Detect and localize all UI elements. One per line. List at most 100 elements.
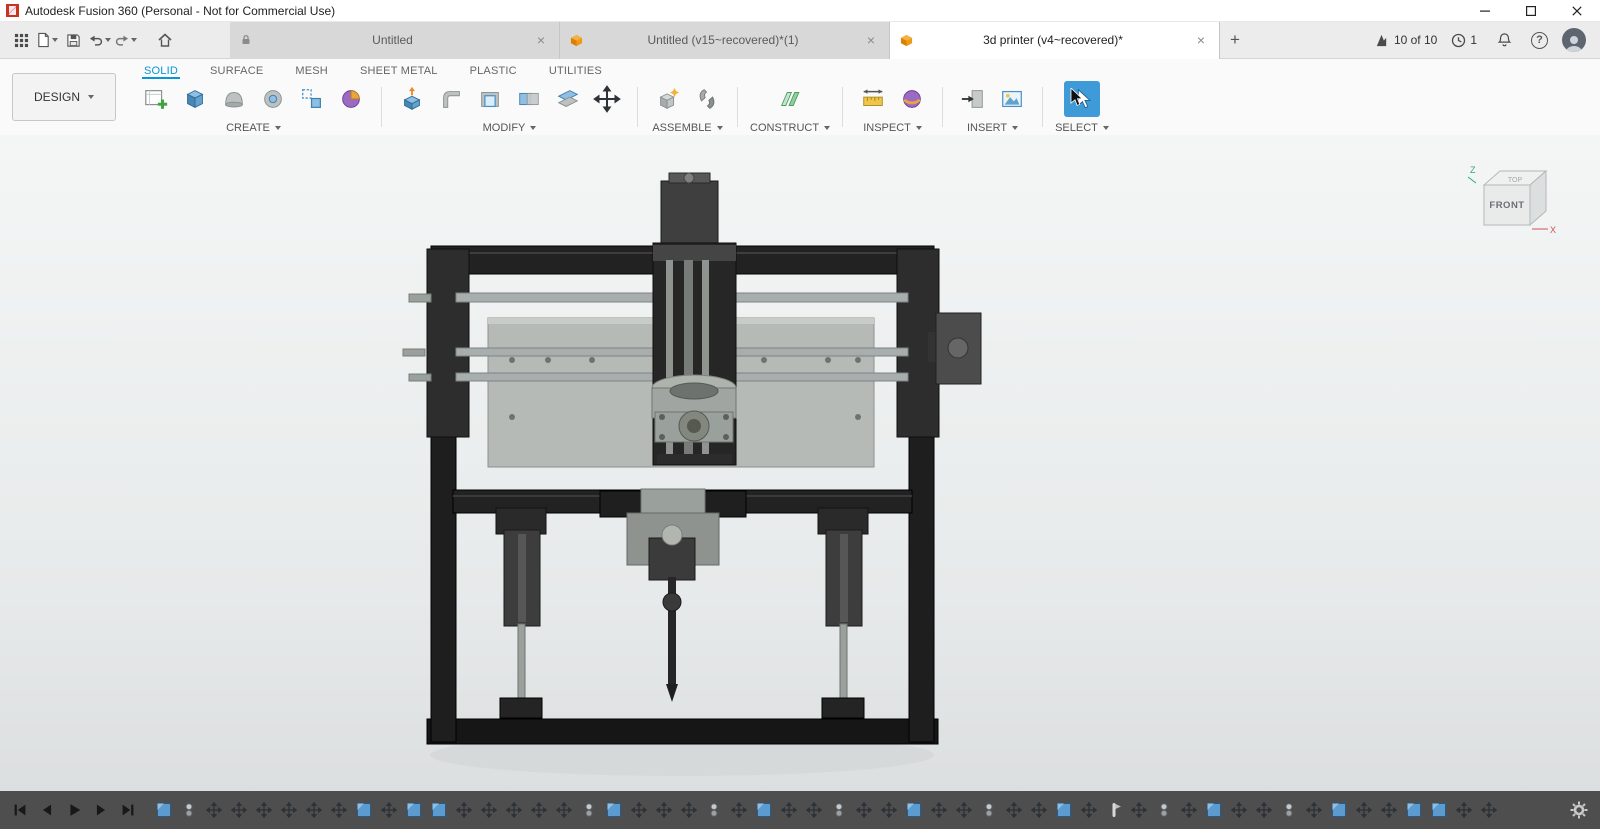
y-axis-motor[interactable] xyxy=(928,313,981,384)
x-carriage-lower[interactable] xyxy=(600,489,746,702)
timeline-component-icon[interactable] xyxy=(406,802,422,818)
timeline-joint-icon[interactable] xyxy=(581,802,597,818)
timeline-move-icon[interactable] xyxy=(956,802,972,818)
activity-clock[interactable]: 1 xyxy=(1451,33,1477,48)
inspect-analysis-button[interactable] xyxy=(894,81,930,117)
notifications-button[interactable] xyxy=(1491,27,1517,53)
create-hole-button[interactable] xyxy=(255,81,291,117)
timeline-move-icon[interactable] xyxy=(731,802,747,818)
insert-derive-button[interactable] xyxy=(955,81,991,117)
timeline-component-icon[interactable] xyxy=(1431,802,1447,818)
timeline-move-icon[interactable] xyxy=(1231,802,1247,818)
document-tab-3d-printer[interactable]: 3d printer (v4~recovered)* × xyxy=(890,22,1220,59)
timeline-component-icon[interactable] xyxy=(1331,802,1347,818)
tab-close-icon[interactable]: × xyxy=(863,33,879,47)
document-tab-untitled-v15[interactable]: Untitled (v15~recovered)*(1) × xyxy=(560,22,890,59)
timeline-component-icon[interactable] xyxy=(156,802,172,818)
timeline-joint-icon[interactable] xyxy=(981,802,997,818)
assemble-new-component-button[interactable] xyxy=(650,81,686,117)
timeline-move-icon[interactable] xyxy=(281,802,297,818)
viewport-canvas[interactable]: TOP FRONT Z X xyxy=(0,135,1600,791)
model-3d-printer[interactable] xyxy=(0,135,1600,791)
tab-sheet-metal[interactable]: SHEET METAL xyxy=(358,64,440,79)
construct-menu[interactable]: CONSTRUCT xyxy=(750,119,830,134)
timeline-joint-icon[interactable] xyxy=(831,802,847,818)
inspect-menu[interactable]: INSPECT xyxy=(863,119,922,134)
tab-plastic[interactable]: PLASTIC xyxy=(468,64,519,79)
timeline-joint-icon[interactable] xyxy=(181,802,197,818)
workspace-switcher[interactable]: DESIGN xyxy=(12,73,116,121)
timeline-play-button[interactable] xyxy=(64,800,84,820)
view-cube[interactable]: TOP FRONT Z X xyxy=(1462,157,1558,241)
minimize-button[interactable] xyxy=(1462,0,1508,22)
timeline-move-icon[interactable] xyxy=(1356,802,1372,818)
document-tab-untitled[interactable]: Untitled × xyxy=(230,22,560,59)
select-menu[interactable]: SELECT xyxy=(1055,119,1109,134)
tab-solid[interactable]: SOLID xyxy=(142,64,180,79)
timeline-marker-icon[interactable] xyxy=(1106,802,1122,818)
timeline-component-icon[interactable] xyxy=(356,802,372,818)
save-button[interactable] xyxy=(60,27,86,53)
right-lead-screw[interactable] xyxy=(818,508,868,718)
timeline-joint-icon[interactable] xyxy=(706,802,722,818)
assemble-joint-button[interactable] xyxy=(689,81,725,117)
timeline-move-icon[interactable] xyxy=(1081,802,1097,818)
create-sketch-button[interactable] xyxy=(138,81,174,117)
create-revolve-button[interactable] xyxy=(216,81,252,117)
redo-button[interactable] xyxy=(112,27,138,53)
create-pattern-button[interactable] xyxy=(294,81,330,117)
timeline-move-icon[interactable] xyxy=(481,802,497,818)
timeline-move-icon[interactable] xyxy=(1006,802,1022,818)
select-tool-button[interactable] xyxy=(1064,81,1100,117)
timeline-move-icon[interactable] xyxy=(231,802,247,818)
home-button[interactable] xyxy=(152,27,178,53)
tab-close-icon[interactable]: × xyxy=(533,33,549,47)
timeline-move-icon[interactable] xyxy=(331,802,347,818)
create-form-button[interactable] xyxy=(333,81,369,117)
timeline-joint-icon[interactable] xyxy=(1156,802,1172,818)
modify-combine-button[interactable] xyxy=(511,81,547,117)
timeline-component-icon[interactable] xyxy=(906,802,922,818)
timeline-move-icon[interactable] xyxy=(931,802,947,818)
modify-fillet-button[interactable] xyxy=(433,81,469,117)
insert-menu[interactable]: INSERT xyxy=(967,119,1018,134)
timeline-move-icon[interactable] xyxy=(1481,802,1497,818)
modify-offset-face-button[interactable] xyxy=(550,81,586,117)
file-menu-button[interactable] xyxy=(34,27,60,53)
timeline-go-to-end-button[interactable] xyxy=(118,800,138,820)
close-button[interactable] xyxy=(1554,0,1600,22)
timeline-move-icon[interactable] xyxy=(681,802,697,818)
timeline-step-back-button[interactable] xyxy=(37,800,57,820)
timeline-move-icon[interactable] xyxy=(656,802,672,818)
app-grid-button[interactable] xyxy=(8,27,34,53)
timeline-settings-button[interactable] xyxy=(1568,799,1590,821)
maximize-button[interactable] xyxy=(1508,0,1554,22)
timeline-move-icon[interactable] xyxy=(1256,802,1272,818)
create-box-button[interactable] xyxy=(177,81,213,117)
timeline-move-icon[interactable] xyxy=(856,802,872,818)
assemble-menu[interactable]: ASSEMBLE xyxy=(652,119,722,134)
help-button[interactable]: ? xyxy=(1531,32,1548,49)
left-lead-screw[interactable] xyxy=(496,508,546,718)
timeline-move-icon[interactable] xyxy=(631,802,647,818)
timeline-move-icon[interactable] xyxy=(1456,802,1472,818)
timeline-move-icon[interactable] xyxy=(1031,802,1047,818)
tab-surface[interactable]: SURFACE xyxy=(208,64,265,79)
user-avatar[interactable] xyxy=(1562,28,1586,52)
timeline-move-icon[interactable] xyxy=(306,802,322,818)
undo-button[interactable] xyxy=(86,27,112,53)
timeline-move-icon[interactable] xyxy=(781,802,797,818)
timeline-move-icon[interactable] xyxy=(206,802,222,818)
timeline-move-icon[interactable] xyxy=(1306,802,1322,818)
modify-press-pull-button[interactable] xyxy=(394,81,430,117)
timeline-component-icon[interactable] xyxy=(606,802,622,818)
new-tab-button[interactable]: + xyxy=(1220,22,1250,59)
create-menu[interactable]: CREATE xyxy=(226,119,281,134)
timeline-component-icon[interactable] xyxy=(756,802,772,818)
timeline-move-icon[interactable] xyxy=(506,802,522,818)
timeline-component-icon[interactable] xyxy=(1206,802,1222,818)
timeline-step-forward-button[interactable] xyxy=(91,800,111,820)
timeline-go-to-start-button[interactable] xyxy=(10,800,30,820)
timeline-component-icon[interactable] xyxy=(431,802,447,818)
timeline-move-icon[interactable] xyxy=(256,802,272,818)
